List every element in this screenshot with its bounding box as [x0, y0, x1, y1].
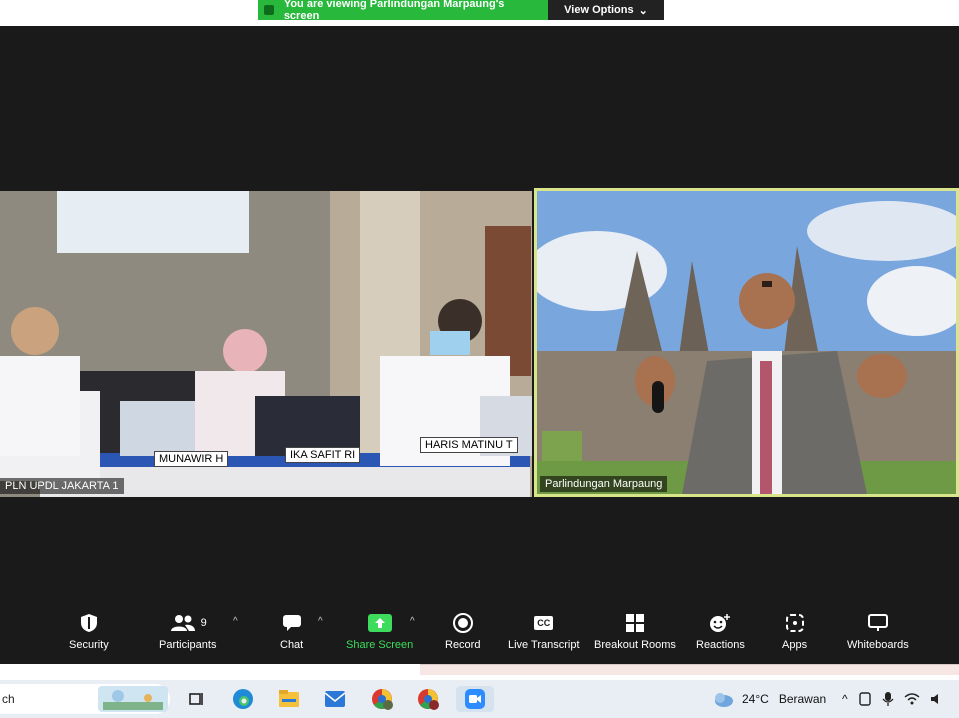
meeting-area: MUNAWIR H IKA SAFIT RI HARIS MATINU T PL… — [0, 26, 959, 606]
reactions-label: Reactions — [696, 639, 745, 651]
name-placard: IKA SAFIT RI — [285, 447, 361, 463]
apps-label: Apps — [782, 639, 808, 651]
screen-share-icon — [264, 5, 274, 15]
tray-overflow-icon[interactable]: ^ — [842, 692, 848, 706]
whiteboards-label: Whiteboards — [847, 639, 909, 651]
security-button[interactable]: Security — [69, 612, 109, 651]
touchpad-icon[interactable] — [858, 691, 872, 707]
wifi-icon[interactable] — [904, 692, 920, 706]
apps-button[interactable]: Apps — [782, 612, 807, 651]
record-label: Record — [445, 639, 481, 651]
microphone-icon[interactable] — [882, 691, 894, 707]
chrome-profile-e-icon[interactable] — [415, 686, 441, 712]
video-tile-speaker[interactable]: Parlindungan Marpaung — [534, 188, 959, 497]
file-explorer-icon[interactable] — [276, 686, 302, 712]
chat-label: Chat — [280, 639, 304, 651]
taskbar-search-box[interactable]: ch — [0, 684, 170, 714]
edge-browser-icon[interactable] — [230, 686, 256, 712]
chat-caret-icon[interactable]: ^ — [318, 616, 323, 627]
whiteboards-button[interactable]: Whiteboards — [847, 612, 909, 651]
screen-share-banner: You are viewing Parlindungan Marpaung's … — [258, 0, 664, 22]
zoom-app-icon[interactable] — [456, 686, 494, 712]
weather-desc: Berawan — [778, 692, 827, 706]
participants-label: Participants — [159, 639, 217, 651]
chat-button[interactable]: Chat — [280, 612, 303, 651]
viewing-indicator: You are viewing Parlindungan Marpaung's … — [258, 0, 548, 22]
name-placard: HARIS MATINU T — [420, 437, 518, 453]
chat-icon — [282, 612, 302, 634]
search-text: ch — [2, 692, 15, 706]
viewing-text: You are viewing Parlindungan Marpaung's … — [283, 0, 505, 22]
chevron-down-icon: ⌄ — [638, 4, 648, 17]
live-transcript-button[interactable]: CC Live Transcript — [508, 612, 580, 651]
view-options-label: View Options — [564, 4, 634, 16]
system-tray: ^ — [842, 680, 944, 718]
speaker-icon[interactable] — [930, 692, 944, 706]
participants-button[interactable]: 9 Participants — [159, 612, 216, 651]
share-caret-icon[interactable]: ^ — [410, 616, 415, 627]
name-placard: MUNAWIR H — [154, 451, 229, 467]
chrome-profile-s-icon[interactable] — [369, 686, 395, 712]
view-options-button[interactable]: View Options ⌄ — [548, 0, 664, 20]
live-transcript-label: Live Transcript — [508, 639, 580, 651]
record-button[interactable]: Record — [445, 612, 480, 651]
cc-badge: CC — [534, 616, 554, 630]
share-screen-button[interactable]: Share Screen — [346, 612, 413, 651]
weather-widget[interactable]: 24°C Berawan — [712, 680, 826, 718]
smiley-icon — [709, 612, 731, 634]
mail-icon[interactable] — [322, 686, 348, 712]
share-screen-icon — [367, 612, 392, 634]
security-label: Security — [69, 639, 109, 651]
share-screen-label: Share Screen — [346, 639, 414, 651]
window-edge — [0, 664, 959, 680]
cc-icon: CC — [534, 612, 554, 634]
cloud-icon — [715, 693, 733, 707]
participants-icon: 9 — [169, 612, 207, 634]
background-window-edge — [420, 664, 959, 675]
participants-count: 9 — [200, 617, 207, 629]
meeting-toolbar: Security 9 Participants ^ Chat ^ Share S… — [0, 606, 959, 664]
participant-name: PLN UPDL JAKARTA 1 — [0, 478, 124, 494]
participants-caret-icon[interactable]: ^ — [233, 616, 238, 627]
breakout-rooms-icon — [625, 612, 645, 634]
task-view-icon[interactable] — [184, 686, 210, 712]
reactions-button[interactable]: Reactions — [696, 612, 745, 651]
video-feed-temple — [537, 191, 956, 494]
apps-icon — [785, 612, 805, 634]
record-icon — [452, 612, 473, 634]
video-tile-pln[interactable]: MUNAWIR H IKA SAFIT RI HARIS MATINU T PL… — [0, 191, 532, 497]
windows-taskbar: ch 24°C Berawan ^ — [0, 680, 959, 718]
breakout-rooms-button[interactable]: Breakout Rooms — [594, 612, 676, 651]
participant-name: Parlindungan Marpaung — [540, 476, 668, 492]
breakout-rooms-label: Breakout Rooms — [594, 639, 676, 651]
shield-icon — [80, 612, 98, 634]
search-highlight-icon — [98, 686, 168, 712]
weather-temp: 24°C — [742, 692, 769, 706]
whiteboard-icon — [867, 612, 888, 634]
